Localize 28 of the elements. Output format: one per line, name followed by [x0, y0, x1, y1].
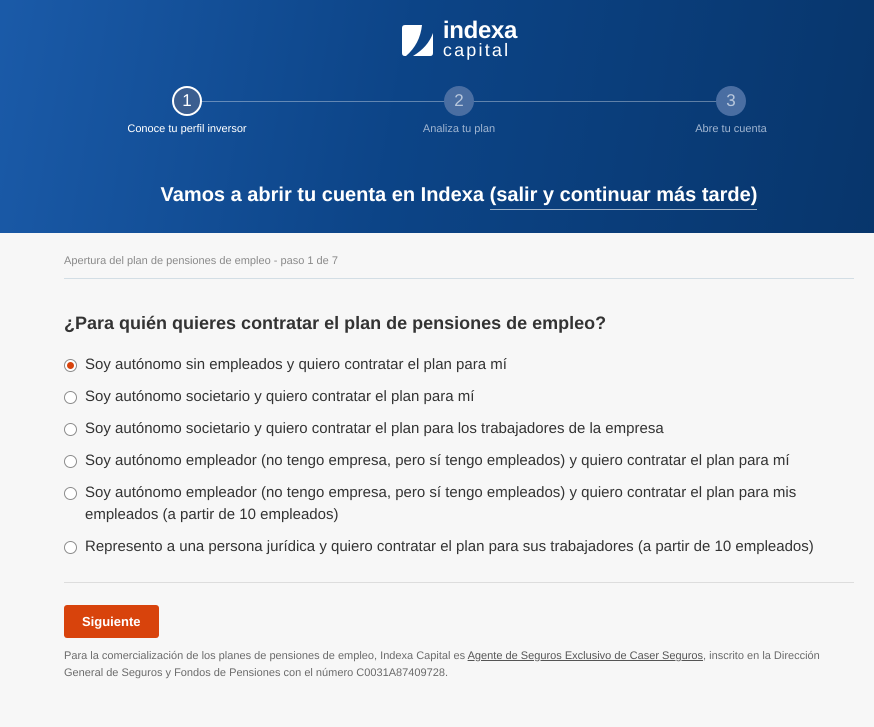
disclaimer-text: Para la comercialización de los planes de pensiones de empleo, Indexa Capital es Agente de Seguros Exclusivo de Caser Seguros, inscrito en la Dirección General de Seguros y Fondos de Pensiones con el número C0031A87409728.	[64, 649, 821, 681]
option-label[interactable]: Represento a una persona jurídica y quiero contratar el plan para sus trabajadores (a partir de 10 empleados)	[85, 536, 814, 558]
step-indicator: 3	[716, 86, 746, 116]
next-button[interactable]: Siguiente	[64, 605, 159, 638]
radio-button[interactable]	[64, 541, 77, 554]
option-label[interactable]: Soy autónomo empleador (no tengo empresa, pero sí tengo empleados) y quiero contratar el plan para mis empleados (a partir de 10 empleados)	[85, 482, 825, 526]
option-label[interactable]: Soy autónomo societario y quiero contratar el plan para mí	[85, 386, 474, 408]
option-label[interactable]: Soy autónomo societario y quiero contratar el plan para los trabajadores de la empresa	[85, 418, 664, 440]
radio-button[interactable]	[64, 423, 77, 436]
radio-button[interactable]	[64, 391, 77, 404]
logo-icon	[400, 24, 434, 56]
step-label: Conoce tu perfil inversor	[127, 122, 247, 136]
step-indicator: 2	[444, 86, 474, 116]
logo-subname: capital	[442, 41, 512, 60]
breadcrumb: Apertura del plan de pensiones de empleo - paso 1 de 7	[64, 254, 339, 269]
insurer-link[interactable]: Agente de Seguros Exclusivo de Caser Seguros	[468, 650, 704, 662]
radio-button[interactable]	[64, 487, 77, 500]
option-label[interactable]: Soy autónomo sin empleados y quiero contratar el plan para mí	[85, 354, 507, 376]
step-label: Analiza tu plan	[422, 122, 496, 136]
logo-name: indexa	[442, 20, 518, 41]
page-title: Vamos a abrir tu cuenta en Indexa (salir y continuar más tarde)	[160, 182, 758, 208]
question-heading: ¿Para quién quieres contratar el plan de pensiones de empleo?	[64, 312, 608, 335]
option-label[interactable]: Soy autónomo empleador (no tengo empresa, pero sí tengo empleados) y quiero contratar el plan para mí	[85, 450, 790, 472]
step-label: Abre tu cuenta	[695, 122, 767, 136]
radio-button[interactable]	[64, 455, 77, 468]
radio-button[interactable]	[64, 359, 77, 372]
step-indicator: 1	[172, 86, 202, 116]
exit-link[interactable]: (salir y continuar más tarde)	[490, 184, 758, 210]
